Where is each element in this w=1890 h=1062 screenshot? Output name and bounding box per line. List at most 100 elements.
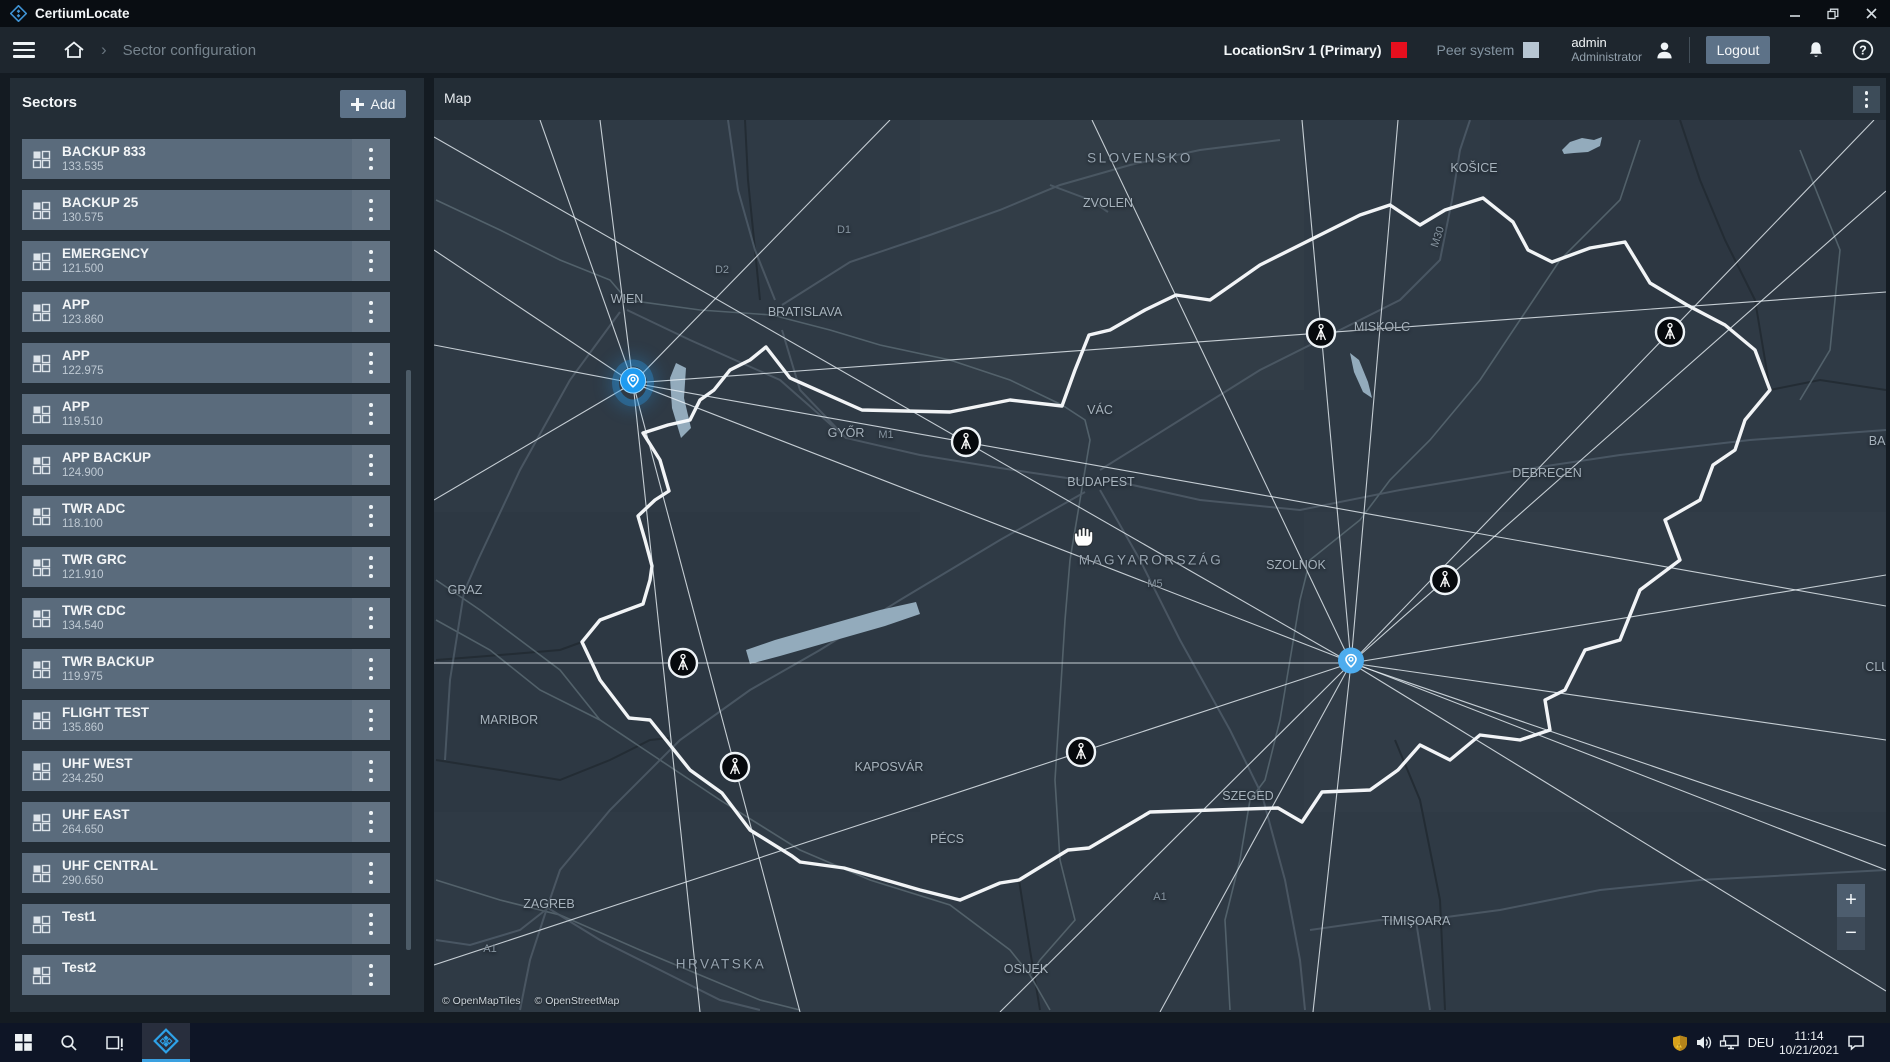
sector-menu-button[interactable] <box>365 862 377 884</box>
map-canvas[interactable]: SLOVENSKOZVOLENKOŠICED1D2WIENBRATISLAVAM… <box>434 120 1886 1012</box>
sector-icon <box>32 863 52 888</box>
sector-menu-button[interactable] <box>365 964 377 986</box>
svg-text:?: ? <box>1859 43 1867 57</box>
logout-button[interactable]: Logout <box>1706 36 1770 64</box>
sector-icon <box>32 608 52 633</box>
radio-tower-marker[interactable] <box>1654 316 1686 348</box>
sector-menu-button[interactable] <box>365 760 377 782</box>
sector-menu-button[interactable] <box>365 403 377 425</box>
sector-frequency: 124.900 <box>62 467 104 479</box>
sector-name: UHF EAST <box>62 807 130 822</box>
sector-item-twr-backup[interactable]: TWR BACKUP119.975 <box>22 649 390 689</box>
tray-network-icon[interactable] <box>1716 1023 1742 1062</box>
sector-icon <box>32 404 52 429</box>
sector-list: BACKUP 833133.535 BACKUP 25 130.575 EMERG… <box>22 139 400 1006</box>
sector-item-backup-833[interactable]: BACKUP 833133.535 <box>22 139 390 179</box>
sector-name: BACKUP 25 <box>62 195 138 210</box>
sector-menu-button[interactable] <box>365 505 377 527</box>
sector-frequency: 290.650 <box>62 875 104 887</box>
attribution-openmaptiles[interactable]: © OpenMapTiles <box>442 995 521 1007</box>
sector-icon <box>32 965 52 990</box>
sector-item-backup-25[interactable]: BACKUP 25 130.575 <box>22 190 390 230</box>
radio-tower-marker[interactable] <box>719 751 751 783</box>
sector-menu-button[interactable] <box>365 199 377 221</box>
tray-action-center-icon[interactable] <box>1842 1023 1870 1062</box>
taskbar-search-button[interactable] <box>46 1023 92 1062</box>
menu-icon[interactable] <box>13 42 35 58</box>
sector-menu-button[interactable] <box>365 454 377 476</box>
notifications-bell-icon[interactable] <box>1806 40 1826 61</box>
sector-item-twr-grc[interactable]: TWR GRC 121.910 <box>22 547 390 587</box>
sidebar-scrollbar[interactable] <box>406 370 411 950</box>
nav-divider <box>1689 37 1690 63</box>
minimize-button[interactable] <box>1776 0 1814 27</box>
sector-menu-button[interactable] <box>365 148 377 170</box>
sector-menu-button[interactable] <box>365 709 377 731</box>
attribution-openstreetmap[interactable]: © OpenStreetMap <box>535 995 620 1007</box>
tray-security-shield-icon[interactable] <box>1668 1023 1692 1062</box>
sector-menu-button[interactable] <box>365 811 377 833</box>
app-logo-icon <box>10 5 27 22</box>
window-titlebar: CertiumLocate <box>0 0 1890 27</box>
sector-item-app-backup[interactable]: APP BACKUP124.900 <box>22 445 390 485</box>
map-zoom-control: + − <box>1837 884 1865 950</box>
help-icon[interactable]: ? <box>1852 39 1874 61</box>
sector-item-twr-cdc[interactable]: TWR CDC134.540 <box>22 598 390 638</box>
sector-item-uhf-west[interactable]: UHF WEST234.250 <box>22 751 390 791</box>
radio-tower-marker[interactable] <box>1065 736 1097 768</box>
zoom-in-button[interactable]: + <box>1837 884 1865 917</box>
sector-item-uhf-central[interactable]: UHF CENTRAL290.650 <box>22 853 390 893</box>
location-marker[interactable] <box>619 367 647 400</box>
sector-frequency: 264.650 <box>62 824 104 836</box>
tray-language[interactable]: DEU <box>1744 1023 1778 1062</box>
sector-item-uhf-east[interactable]: UHF EAST 264.650 <box>22 802 390 842</box>
sector-item-flight-test[interactable]: FLIGHT TEST135.860 <box>22 700 390 740</box>
start-button[interactable] <box>0 1023 46 1062</box>
radio-tower-marker[interactable] <box>1305 317 1337 349</box>
tray-clock[interactable]: 11:14 10/21/2021 <box>1780 1023 1838 1062</box>
sector-name: TWR CDC <box>62 603 126 618</box>
taskbar-app-certiumlocate[interactable] <box>142 1023 190 1062</box>
tray-time: 11:14 <box>1779 1029 1839 1043</box>
sector-menu-button[interactable] <box>365 658 377 680</box>
sector-icon <box>32 200 52 225</box>
sector-menu-button[interactable] <box>365 250 377 272</box>
sector-name: APP <box>62 399 90 414</box>
sector-menu-button[interactable] <box>365 913 377 935</box>
zoom-out-button[interactable]: − <box>1837 917 1865 950</box>
add-sector-button[interactable]: Add <box>340 90 406 118</box>
home-icon[interactable] <box>63 40 85 60</box>
sector-menu-button[interactable] <box>365 352 377 374</box>
user-icon <box>1654 40 1675 61</box>
sector-name: Test1 <box>62 909 96 924</box>
sector-name: UHF WEST <box>62 756 133 771</box>
sector-frequency: 130.575 <box>62 212 104 224</box>
sector-menu-button[interactable] <box>365 607 377 629</box>
map-options-button[interactable] <box>1853 86 1880 113</box>
sector-frequency: 121.910 <box>62 569 104 581</box>
breadcrumb: Sector configuration <box>123 42 256 59</box>
sector-item-app[interactable]: APP122.975 <box>22 343 390 383</box>
close-button[interactable] <box>1852 0 1890 27</box>
tray-volume-icon[interactable] <box>1692 1023 1716 1062</box>
sector-item-app[interactable]: APP123.860 <box>22 292 390 332</box>
sector-item-emergency[interactable]: EMERGENCY121.500 <box>22 241 390 281</box>
sector-icon <box>32 251 52 276</box>
location-marker[interactable] <box>1337 647 1365 680</box>
sector-menu-button[interactable] <box>365 301 377 323</box>
radio-tower-marker[interactable] <box>950 426 982 458</box>
radio-tower-marker[interactable] <box>1429 564 1461 596</box>
sector-item-twr-adc[interactable]: TWR ADC118.100 <box>22 496 390 536</box>
radio-tower-marker[interactable] <box>667 647 699 679</box>
sector-icon <box>32 455 52 480</box>
sector-item-test2[interactable]: Test2 <box>22 955 390 995</box>
sector-name: TWR GRC <box>62 552 127 567</box>
task-view-button[interactable] <box>92 1023 138 1062</box>
sector-icon <box>32 659 52 684</box>
restore-button[interactable] <box>1814 0 1852 27</box>
sector-item-test1[interactable]: Test1 <box>22 904 390 944</box>
sector-icon <box>32 506 52 531</box>
sector-item-app[interactable]: APP119.510 <box>22 394 390 434</box>
sector-menu-button[interactable] <box>365 556 377 578</box>
map-panel: Map <box>434 78 1886 1012</box>
